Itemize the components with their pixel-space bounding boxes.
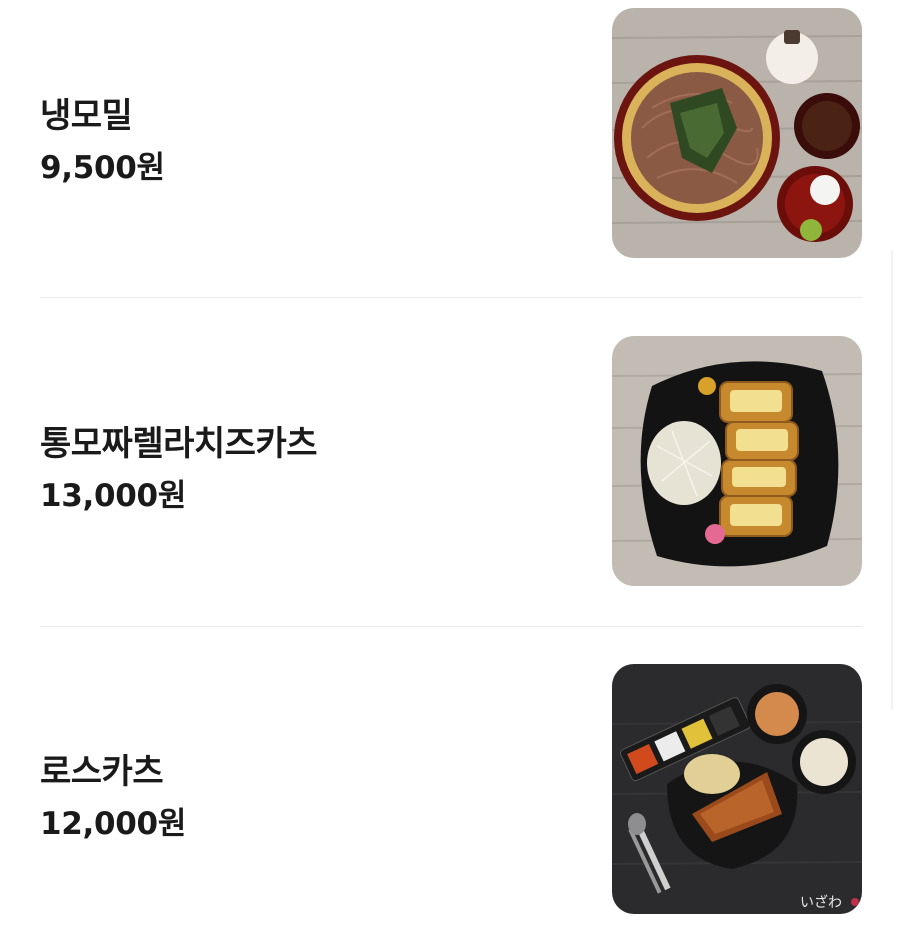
menu-item-name: 통모짜렐라치즈카츠: [40, 424, 318, 464]
rosu-katsu-photo: いざわ: [612, 664, 862, 914]
menu-item-cheese-katsu[interactable]: 통모짜렐라치즈카츠 13,000원: [40, 336, 863, 586]
menu-item-price: 12,000원: [40, 806, 187, 842]
menu-item-cold-soba[interactable]: 냉모밀 9,500원: [40, 8, 863, 258]
menu-item-image[interactable]: [612, 8, 862, 258]
divider: [40, 626, 863, 627]
menu-item-name: 냉모밀: [40, 96, 133, 136]
menu-item-image[interactable]: [612, 336, 862, 586]
watermark-text: いざわ: [800, 894, 842, 911]
divider: [40, 297, 863, 298]
menu-list: 냉모밀 9,500원 통모짜렐라치즈카츠 13,000원 로스카츠 12,000…: [0, 0, 900, 927]
scrollbar[interactable]: [891, 250, 893, 710]
cold-soba-photo: [612, 8, 862, 258]
menu-item-rosu-katsu[interactable]: 로스카츠 12,000원 いざわ: [40, 664, 863, 914]
menu-item-name: 로스카츠: [40, 752, 164, 792]
menu-item-price: 13,000원: [40, 478, 187, 514]
menu-item-image[interactable]: いざわ: [612, 664, 862, 914]
cheese-katsu-photo: [612, 336, 862, 586]
menu-item-price: 9,500원: [40, 150, 165, 186]
